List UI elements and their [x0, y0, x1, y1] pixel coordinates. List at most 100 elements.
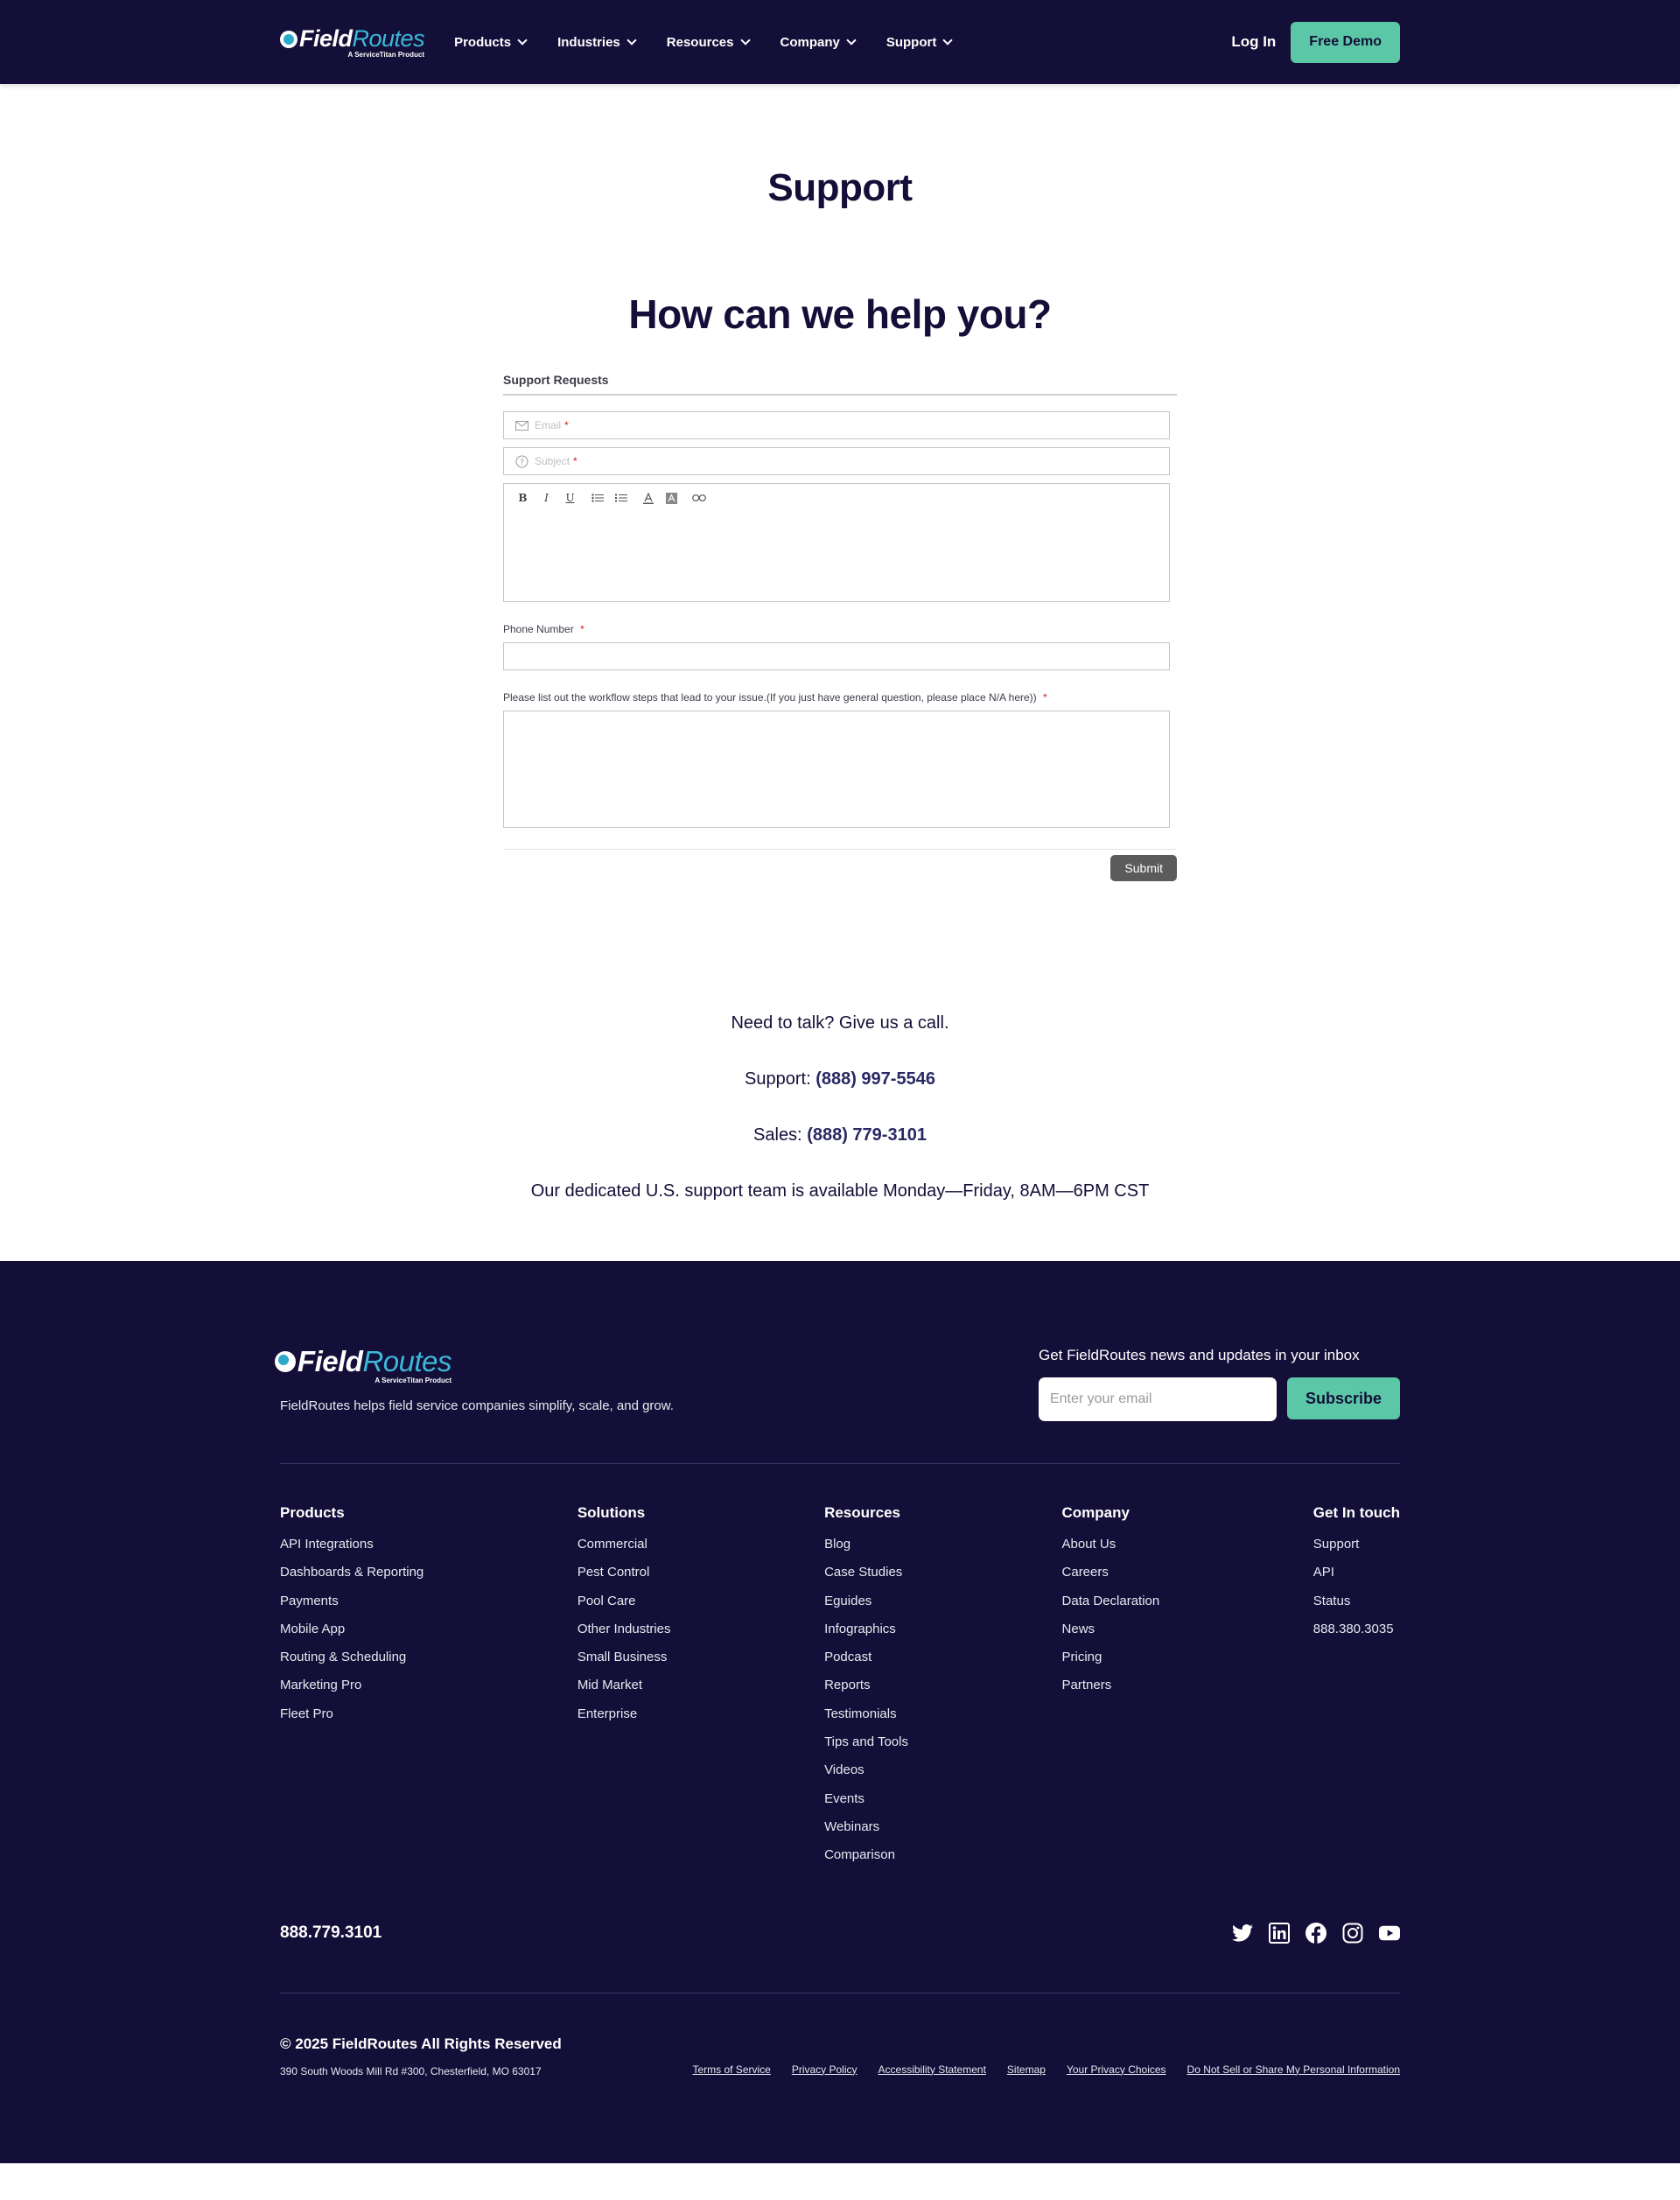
required-mark: * — [573, 455, 578, 467]
sales-phone-label: Sales: — [753, 1125, 802, 1145]
site-header: Field Routes A ServiceTitan Product Prod… — [0, 0, 1680, 84]
youtube-icon[interactable] — [1379, 1923, 1400, 1944]
envelope-icon — [514, 418, 528, 432]
footer-column-title: Solutions — [577, 1504, 646, 1521]
footer-link[interactable]: Payments — [280, 1587, 424, 1615]
main-nav: Products Industries Resources Company Su… — [454, 35, 983, 50]
underline-button[interactable]: U — [562, 491, 578, 505]
svg-text:?: ? — [520, 459, 524, 467]
newsletter: Get FieldRoutes news and updates in your… — [1038, 1345, 1400, 1421]
footer-link[interactable]: Mobile App — [280, 1615, 424, 1643]
footer-link[interactable]: API — [1313, 1559, 1400, 1587]
nav-products[interactable]: Products — [454, 35, 528, 50]
sales-phone-link[interactable]: (888) 779-3101 — [807, 1125, 927, 1145]
newsletter-title: Get FieldRoutes news and updates in your… — [1038, 1347, 1360, 1363]
privacy-policy-link[interactable]: Privacy Policy — [792, 2063, 858, 2076]
description-editor[interactable]: B I U — [503, 483, 1170, 602]
footer-link[interactable]: Webinars — [824, 1813, 908, 1841]
submit-button[interactable]: Submit — [1110, 855, 1177, 881]
subscribe-button[interactable]: Subscribe — [1286, 1377, 1400, 1419]
nav-label: Support — [886, 34, 937, 50]
footer-link[interactable]: Small Business — [578, 1643, 671, 1671]
italic-button[interactable]: I — [538, 491, 555, 505]
footer-link[interactable]: Blog — [824, 1531, 908, 1559]
nav-label: Industries — [557, 34, 620, 50]
footer-link[interactable]: About Us — [1062, 1531, 1160, 1559]
footer-link[interactable]: Other Industries — [578, 1615, 671, 1643]
bold-button[interactable]: B — [514, 491, 531, 505]
address: 390 South Woods Mill Rd #300, Chesterfie… — [280, 2064, 542, 2077]
footer-brand: Field Routes A ServiceTitan Product Fiel… — [274, 1345, 674, 1421]
free-demo-button[interactable]: Free Demo — [1291, 21, 1400, 63]
support-line: Support: (888) 997-5546 — [0, 1068, 1680, 1089]
newsletter-email-input[interactable]: Enter your email — [1038, 1377, 1277, 1421]
header-actions: Log In Free Demo — [1231, 21, 1400, 63]
footer-link[interactable]: Enterprise — [578, 1700, 671, 1728]
sitemap-link[interactable]: Sitemap — [1007, 2063, 1046, 2076]
phone-label-text: Phone Number — [503, 623, 574, 635]
footer-phone[interactable]: 888.779.3101 — [280, 1923, 382, 1943]
terms-link[interactable]: Terms of Service — [692, 2063, 770, 2076]
link-icon[interactable] — [690, 491, 707, 505]
linkedin-icon[interactable] — [1269, 1922, 1290, 1944]
bullet-list-icon[interactable] — [589, 491, 606, 505]
footer-logo[interactable]: Field Routes A ServiceTitan Product — [274, 1345, 452, 1384]
footer-link[interactable]: Videos — [824, 1756, 908, 1784]
footer-link[interactable]: 888.380.3035 — [1313, 1615, 1400, 1643]
nav-resources[interactable]: Resources — [666, 34, 751, 50]
footer-link[interactable]: Pest Control — [578, 1559, 671, 1587]
workflow-label-text: Please list out the workflow steps that … — [503, 691, 1037, 704]
nav-label: Resources — [666, 34, 734, 50]
facebook-icon[interactable] — [1306, 1922, 1326, 1944]
footer-link[interactable]: Dashboards & Reporting — [280, 1559, 424, 1587]
workflow-textarea[interactable] — [503, 711, 1170, 828]
footer-link[interactable]: News — [1062, 1615, 1160, 1643]
email-field[interactable]: Email * — [503, 411, 1170, 439]
footer-link[interactable]: API Integrations — [280, 1531, 424, 1559]
footer-link[interactable]: Podcast — [824, 1643, 908, 1671]
footer-link[interactable]: Tips and Tools — [824, 1728, 908, 1756]
accessibility-link[interactable]: Accessibility Statement — [878, 2063, 986, 2076]
footer-link[interactable]: Reports — [824, 1671, 908, 1699]
required-mark: * — [1043, 691, 1047, 704]
subject-field[interactable]: ? Subject * — [503, 447, 1170, 475]
nav-company[interactable]: Company — [780, 35, 857, 50]
footer-link[interactable]: Support — [1313, 1531, 1400, 1559]
phone-input[interactable] — [503, 642, 1170, 670]
footer-link[interactable]: Pricing — [1062, 1643, 1160, 1671]
support-phone-link[interactable]: (888) 997-5546 — [816, 1069, 935, 1089]
footer-column-get-in-touch: Get In touch Support API Status 888.380.3035 — [1313, 1504, 1400, 1870]
footer-link[interactable]: Partners — [1062, 1671, 1160, 1699]
numbered-list-icon[interactable] — [612, 491, 629, 505]
twitter-icon[interactable] — [1232, 1923, 1253, 1944]
do-not-sell-link[interactable]: Do Not Sell or Share My Personal Informa… — [1187, 2063, 1400, 2076]
call-text: Need to talk? Give us a call. — [731, 1013, 949, 1033]
nav-support[interactable]: Support — [886, 34, 954, 50]
highlight-color-icon[interactable] — [663, 491, 680, 505]
footer-link[interactable]: Comparison — [824, 1841, 908, 1869]
logo-mark-icon — [274, 1351, 296, 1372]
footer-link[interactable]: Eguides — [824, 1587, 908, 1615]
login-link[interactable]: Log In — [1231, 33, 1276, 51]
footer-link[interactable]: Routing & Scheduling — [280, 1643, 424, 1671]
footer-link[interactable]: Marketing Pro — [280, 1671, 424, 1699]
footer-link[interactable]: Careers — [1062, 1559, 1160, 1587]
footer-link[interactable]: Fleet Pro — [280, 1700, 424, 1728]
nav-industries[interactable]: Industries — [557, 34, 637, 50]
instagram-icon[interactable] — [1342, 1923, 1363, 1944]
footer-bottom: © 2025 FieldRoutes All Rights Reserved 3… — [280, 2035, 1400, 2077]
text-color-icon[interactable] — [640, 491, 656, 505]
footer-link[interactable]: Events — [824, 1785, 908, 1813]
footer-link[interactable]: Pool Care — [578, 1587, 671, 1615]
form-title: Support Requests — [503, 373, 1177, 396]
footer-link[interactable]: Commercial — [578, 1531, 671, 1559]
required-mark: * — [564, 419, 569, 431]
footer-link[interactable]: Infographics — [824, 1615, 908, 1643]
footer-link[interactable]: Status — [1313, 1587, 1400, 1615]
footer-link[interactable]: Testimonials — [824, 1700, 908, 1728]
privacy-choices-link[interactable]: Your Privacy Choices — [1067, 2063, 1166, 2076]
fieldroutes-logo[interactable]: Field Routes A ServiceTitan Product — [280, 25, 425, 59]
footer-link[interactable]: Data Declaration — [1062, 1587, 1160, 1615]
footer-link[interactable]: Mid Market — [578, 1671, 671, 1699]
footer-link[interactable]: Case Studies — [824, 1559, 908, 1587]
